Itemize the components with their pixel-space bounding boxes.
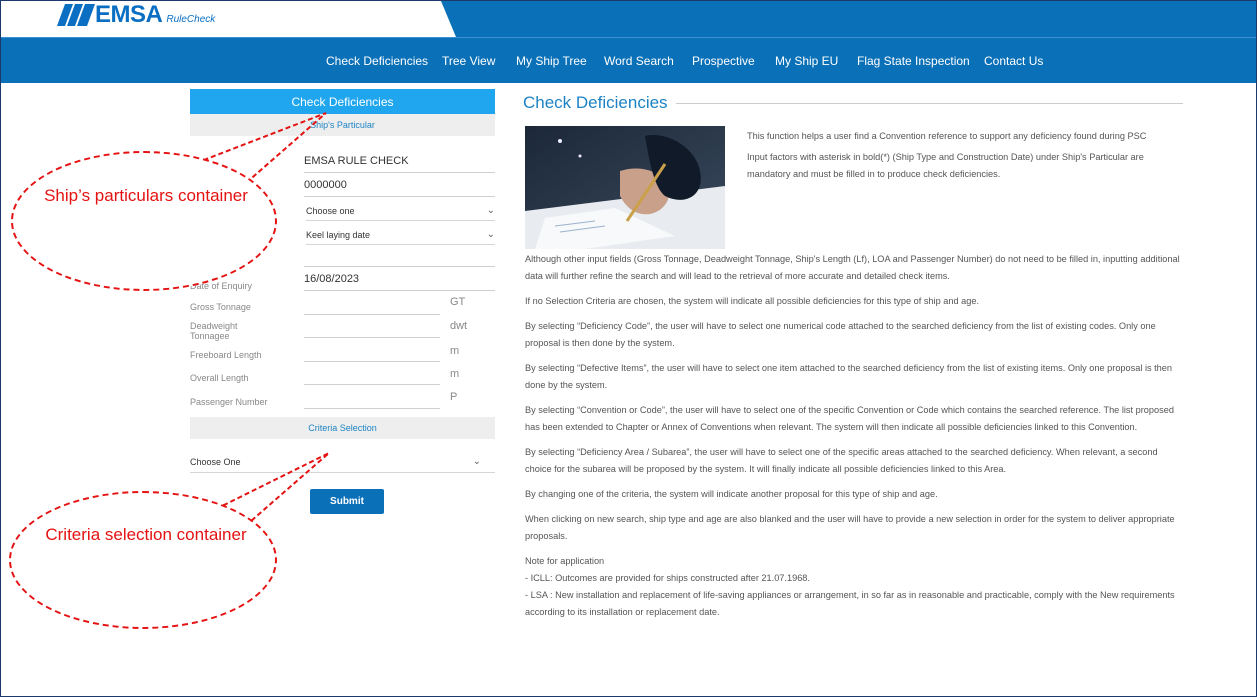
main-content: Check Deficiencies This function helps a…	[523, 93, 1183, 617]
page-title: Check Deficiencies	[523, 93, 668, 112]
intro-text: This function helps a user find a Conven…	[747, 128, 1187, 183]
instruction-paragraph: By selecting “Defective Items”, the user…	[525, 363, 1173, 390]
intro-paragraph: Input factors with asterisk in bold(*) (…	[747, 152, 1144, 179]
overall-length-unit: m	[450, 368, 460, 380]
nav-check-deficiencies[interactable]: Check Deficiencies	[326, 38, 428, 84]
passenger-number-unit: P	[450, 391, 458, 403]
ship-particulars-callout	[11, 151, 277, 291]
instruction-paragraph: Although other input fields (Gross Tonna…	[525, 254, 1180, 281]
nav-tree-view[interactable]: Tree View	[442, 38, 495, 84]
note-item: - ICLL: Outcomes are provided for ships …	[525, 573, 810, 583]
criteria-value: Choose One	[190, 456, 241, 467]
form-title: Check Deficiencies	[190, 89, 495, 114]
logo-area: EMSA RuleCheck	[1, 1, 456, 37]
freeboard-length-unit: m	[450, 345, 460, 357]
title-divider	[675, 102, 1183, 104]
blank-field[interactable]	[304, 249, 495, 267]
ship-type-value: Choose one	[306, 205, 355, 216]
logo-subtitle: RuleCheck	[166, 14, 216, 25]
instruction-paragraph: By selecting “Deficiency Code”, the user…	[525, 321, 1156, 348]
chevron-down-icon: ⌄	[486, 229, 495, 240]
note-title: Note for application	[525, 556, 605, 566]
imo-number-field[interactable]: 0000000	[304, 179, 495, 197]
chevron-down-icon: ⌄	[472, 456, 481, 467]
logo-text: EMSA	[95, 1, 163, 28]
deadweight-tonnage-field[interactable]	[304, 320, 440, 338]
gross-tonnage-field[interactable]	[304, 297, 440, 315]
ships-particular-header: Ship's Particular	[190, 114, 495, 136]
passenger-number-label: Passenger Number	[190, 397, 268, 407]
keel-laying-value: Keel laying date	[306, 229, 371, 240]
check-deficiencies-form: Check Deficiencies Ship's Particular EMS…	[190, 89, 495, 514]
gross-tonnage-label: Gross Tonnage	[190, 302, 251, 312]
instruction-paragraph: If no Selection Criteria are chosen, the…	[525, 296, 979, 306]
instruction-paragraph: By changing one of the criteria, the sys…	[525, 489, 938, 499]
top-header: EMSA RuleCheck	[1, 1, 1256, 37]
overall-length-label: Overall Length	[190, 373, 249, 383]
instruction-paragraph: By selecting “Convention or Code”, the u…	[525, 405, 1174, 432]
deadweight-tonnage-label: Deadweight Tonnagee	[190, 321, 238, 341]
chevron-down-icon: ⌄	[486, 205, 495, 216]
freeboard-length-field[interactable]	[304, 344, 440, 362]
nav-my-ship-tree[interactable]: My Ship Tree	[516, 38, 587, 84]
passenger-number-field[interactable]	[304, 391, 440, 409]
nav-my-ship-eu[interactable]: My Ship EU	[775, 38, 838, 84]
criteria-selection-callout	[9, 491, 277, 629]
instruction-paragraph: When clicking on new search, ship type a…	[525, 514, 1175, 541]
nav-word-search[interactable]: Word Search	[604, 38, 674, 84]
criteria-selection-header: Criteria Selection	[190, 417, 495, 439]
nav-flag-state-inspection[interactable]: Flag State Inspection	[857, 38, 970, 84]
nav-contact-us[interactable]: Contact Us	[984, 38, 1043, 84]
instruction-paragraph: By selecting “Deficiency Area / Subarea”…	[525, 447, 1158, 474]
deadweight-tonnage-unit: dwt	[450, 320, 468, 332]
criteria-select[interactable]: Choose One ⌄	[190, 451, 495, 473]
main-navigation: Check Deficiencies Tree View My Ship Tre…	[1, 37, 1256, 84]
ship-particulars-callout-label: Ship’s particulars container	[44, 186, 248, 205]
emsa-logo[interactable]: EMSA RuleCheck	[56, 1, 216, 28]
ship-type-select[interactable]: Choose one ⌄	[306, 201, 495, 221]
criteria-selection-callout-label: Criteria selection container	[45, 525, 247, 544]
gross-tonnage-unit: GT	[450, 296, 466, 308]
submit-button[interactable]: Submit	[310, 489, 384, 514]
app-frame: EMSA RuleCheck Check Deficiencies Tree V…	[0, 0, 1257, 697]
nav-prospective[interactable]: Prospective	[692, 38, 755, 84]
date-of-enquiry-field[interactable]: 16/08/2023	[304, 273, 495, 291]
overall-length-field[interactable]	[304, 367, 440, 385]
logo-mark-icon	[56, 4, 96, 26]
freeboard-length-label: Freeboard Length	[190, 350, 262, 360]
ship-name-field[interactable]: EMSA RULE CHECK	[304, 155, 495, 173]
intro-paragraph: This function helps a user find a Conven…	[747, 131, 1147, 141]
writing-hand-photo	[525, 126, 725, 249]
note-item: - LSA : New installation and replacement…	[525, 590, 1175, 617]
keel-laying-date-select[interactable]: Keel laying date ⌄	[306, 225, 495, 245]
instructions-text: Although other input fields (Gross Tonna…	[525, 251, 1185, 621]
